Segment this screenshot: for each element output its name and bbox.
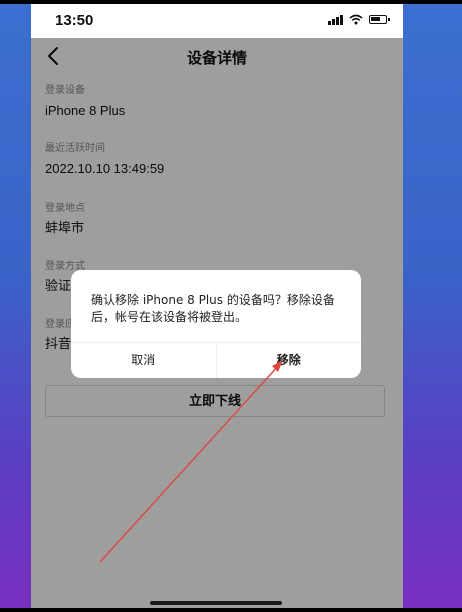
battery-icon xyxy=(369,15,390,24)
status-icons xyxy=(328,14,390,25)
home-indicator xyxy=(150,601,282,605)
remove-button[interactable]: 移除 xyxy=(215,343,362,378)
remove-device-dialog: 确认移除 iPhone 8 Plus 的设备吗？移除设备后，帐号在该设备将被登出… xyxy=(71,270,361,378)
dialog-buttons: 取消 移除 xyxy=(71,342,361,378)
cellular-signal-icon xyxy=(328,14,343,25)
wifi-icon xyxy=(349,14,363,25)
dialog-message: 确认移除 iPhone 8 Plus 的设备吗？移除设备后，帐号在该设备将被登出… xyxy=(91,293,335,324)
status-time: 13:50 xyxy=(55,12,94,29)
status-bar: 13:50 xyxy=(31,4,403,38)
bottom-border xyxy=(0,608,462,612)
cancel-button[interactable]: 取消 xyxy=(71,343,216,378)
phone-screen: 13:50 设备详情 登录设备 iPhone 8 Plus 最近活跃时间 202… xyxy=(31,4,403,608)
